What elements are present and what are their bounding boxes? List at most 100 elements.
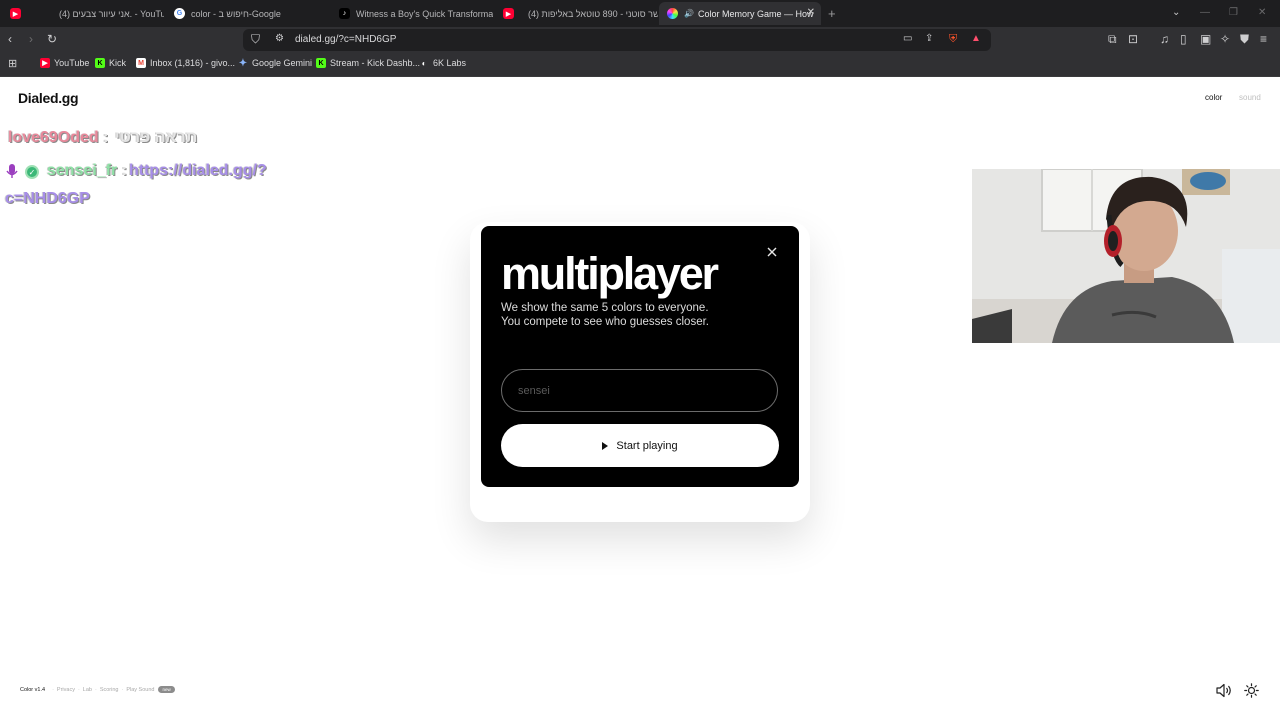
bookmark-label: Inbox (1,816) - givo...: [150, 58, 236, 68]
dialed-icon: [667, 8, 678, 19]
menu-icon[interactable]: ≡: [1260, 32, 1267, 46]
kick-icon: K: [95, 58, 105, 68]
microphone-icon: [6, 164, 18, 178]
url-text[interactable]: dialed.gg/?c=NHD6GP: [295, 34, 396, 45]
start-playing-button[interactable]: Start playing: [501, 424, 779, 467]
new-tab-button[interactable]: +: [828, 6, 836, 21]
multiplayer-modal: multiplayer We show the same 5 colors to…: [481, 226, 799, 487]
description-line: You compete to see who guesses closer.: [501, 316, 709, 328]
tab-title: (4) אושר סוטני - 890 טוטאל באליפות: [528, 8, 658, 19]
restore-icon[interactable]: ❐: [1229, 7, 1238, 18]
bookmark-6k-labs[interactable]: ◐ 6K Labs: [419, 58, 466, 68]
bookmarks-bar: ⊞ ▶ YouTube K Kick M Inbox (1,816) - giv…: [0, 53, 1280, 77]
footer-separator: ·: [52, 686, 54, 693]
footer-separator: ·: [77, 686, 80, 693]
leo-ai-icon[interactable]: ✧: [1220, 32, 1230, 46]
gmail-icon: M: [136, 58, 146, 68]
new-badge: new: [158, 686, 175, 693]
6k-labs-icon: ◐: [421, 58, 427, 68]
site-settings-icon[interactable]: ⚙: [275, 33, 284, 44]
play-sound-link[interactable]: Play Sound: [126, 687, 154, 693]
close-window-icon[interactable]: ✕: [1258, 7, 1266, 18]
tab-google-search[interactable]: G color - חיפוש ב-Google: [164, 2, 329, 25]
footer-separator: ·: [94, 686, 97, 693]
vpn-icon[interactable]: ⛊: [1240, 32, 1249, 46]
tab-color-memory-game[interactable]: 🔊 Color Memory Game — How ✕: [659, 2, 821, 25]
chat-username: love69Oded :: [8, 129, 108, 147]
chat-separator: :: [98, 129, 109, 146]
play-icon: [602, 441, 609, 450]
minimize-icon[interactable]: —: [1200, 7, 1210, 18]
sidebar-icon[interactable]: ▯: [1180, 32, 1187, 46]
close-icon[interactable]: [765, 245, 779, 259]
tiktok-icon: ♪: [339, 8, 350, 19]
volume-icon[interactable]: [1216, 683, 1233, 698]
bookmark-gemini[interactable]: ✦ Google Gemini: [238, 57, 313, 69]
mode-color-link[interactable]: color: [1205, 93, 1222, 102]
bookmark-label: Stream - Kick Dashb...: [330, 58, 421, 68]
brave-rewards-icon[interactable]: ▲: [971, 32, 981, 46]
bookmark-kick[interactable]: K Kick: [95, 58, 126, 68]
modal-description: We show the same 5 colors to everyone. Y…: [501, 301, 781, 329]
description-line: We show the same 5 colors to everyone.: [501, 302, 709, 314]
brave-shields-icon[interactable]: ⛨: [949, 32, 957, 46]
chat-separator: :: [117, 162, 128, 179]
modal-title: multiplayer: [501, 248, 719, 299]
gemini-icon: ✦: [238, 57, 248, 69]
wallet-icon[interactable]: ▣: [1200, 32, 1211, 46]
google-icon: G: [174, 8, 185, 19]
mode-sound-link[interactable]: sound: [1239, 93, 1261, 102]
site-logo[interactable]: Dialed.gg: [18, 90, 79, 106]
webcam-video: [972, 169, 1280, 343]
bookmark-label: 6K Labs: [433, 58, 467, 68]
extensions-icon[interactable]: ⧉: [1108, 32, 1117, 46]
chat-username: sensei_fr :: [47, 162, 127, 180]
speaker-icon[interactable]: 🔊: [684, 9, 694, 18]
youtube-icon: ▶: [503, 8, 514, 19]
version-label: Color v1.4: [20, 686, 46, 693]
screenshot-icon[interactable]: ⊡: [1128, 32, 1138, 46]
theme-toggle-icon[interactable]: [1244, 683, 1259, 698]
bookmark-gmail[interactable]: M Inbox (1,816) - givo...: [136, 58, 235, 68]
start-playing-label: Start playing: [616, 439, 678, 452]
verified-check-icon: ✓: [25, 165, 39, 179]
tab-youtube-colorblind[interactable]: ▶ (4) אני עיוור צבעים. - YouTube: [0, 2, 164, 25]
bookmark-label: Kick: [109, 58, 127, 68]
chat-user: love69Oded: [8, 129, 99, 146]
bookmark-label: Google Gemini: [252, 58, 313, 68]
cast-icon[interactable]: ▭: [903, 32, 912, 46]
scoring-link[interactable]: Scoring: [100, 687, 119, 693]
apps-grid-icon[interactable]: ⊞: [8, 57, 17, 71]
bookmark-kick-dashboard[interactable]: K Stream - Kick Dashb...: [316, 58, 420, 68]
youtube-icon: ▶: [10, 8, 21, 19]
chat-user: sensei_fr: [47, 162, 118, 179]
chat-message-continued: c=NHD6GP: [5, 190, 90, 207]
bookmark-youtube[interactable]: ▶ YouTube: [40, 58, 89, 68]
close-tab-icon[interactable]: ✕: [807, 7, 815, 18]
footer-separator: ·: [121, 686, 124, 693]
tab-tiktok[interactable]: ♪ Witness a Boy's Quick Transformatio: [329, 2, 493, 25]
bookmark-icon[interactable]: ⛉: [251, 32, 260, 47]
chat-message: https://dialed.gg/?: [129, 162, 267, 179]
player-name-input[interactable]: [501, 369, 778, 412]
forward-icon[interactable]: ›: [29, 32, 33, 46]
tab-title: Color Memory Game — How: [697, 8, 814, 19]
reload-icon[interactable]: ↻: [47, 32, 57, 46]
browser-toolbar: ‹ › ↻ ⛉ ⚙ dialed.gg/?c=NHD6GP ▭ ⇪ ⛨ ▲ ⧉ …: [0, 27, 1280, 53]
address-bar[interactable]: ⛉ ⚙ dialed.gg/?c=NHD6GP ▭ ⇪ ⛨ ▲: [243, 29, 991, 51]
tab-youtube-oshar[interactable]: ▶ (4) אושר סוטני - 890 טוטאל באליפות: [493, 2, 658, 25]
youtube-icon: ▶: [40, 58, 50, 68]
tab-title: Witness a Boy's Quick Transformatio: [356, 8, 493, 19]
bookmark-label: YouTube: [54, 58, 90, 68]
chat-message: תראה פרטי: [115, 129, 198, 146]
webcam-overlay: [972, 169, 1280, 343]
back-icon[interactable]: ‹: [8, 32, 12, 46]
tab-search-chevron-icon[interactable]: ⌄: [1172, 7, 1180, 18]
media-icon[interactable]: ♫: [1160, 32, 1169, 46]
tab-title: color - חיפוש ב-Google: [191, 8, 281, 19]
tab-strip: ▶ (4) אני עיוור צבעים. - YouTube G color…: [0, 0, 1280, 27]
kick-icon: K: [316, 58, 326, 68]
share-icon[interactable]: ⇪: [925, 32, 933, 46]
privacy-link[interactable]: Privacy: [57, 687, 75, 693]
lab-link[interactable]: Lab: [83, 687, 92, 693]
